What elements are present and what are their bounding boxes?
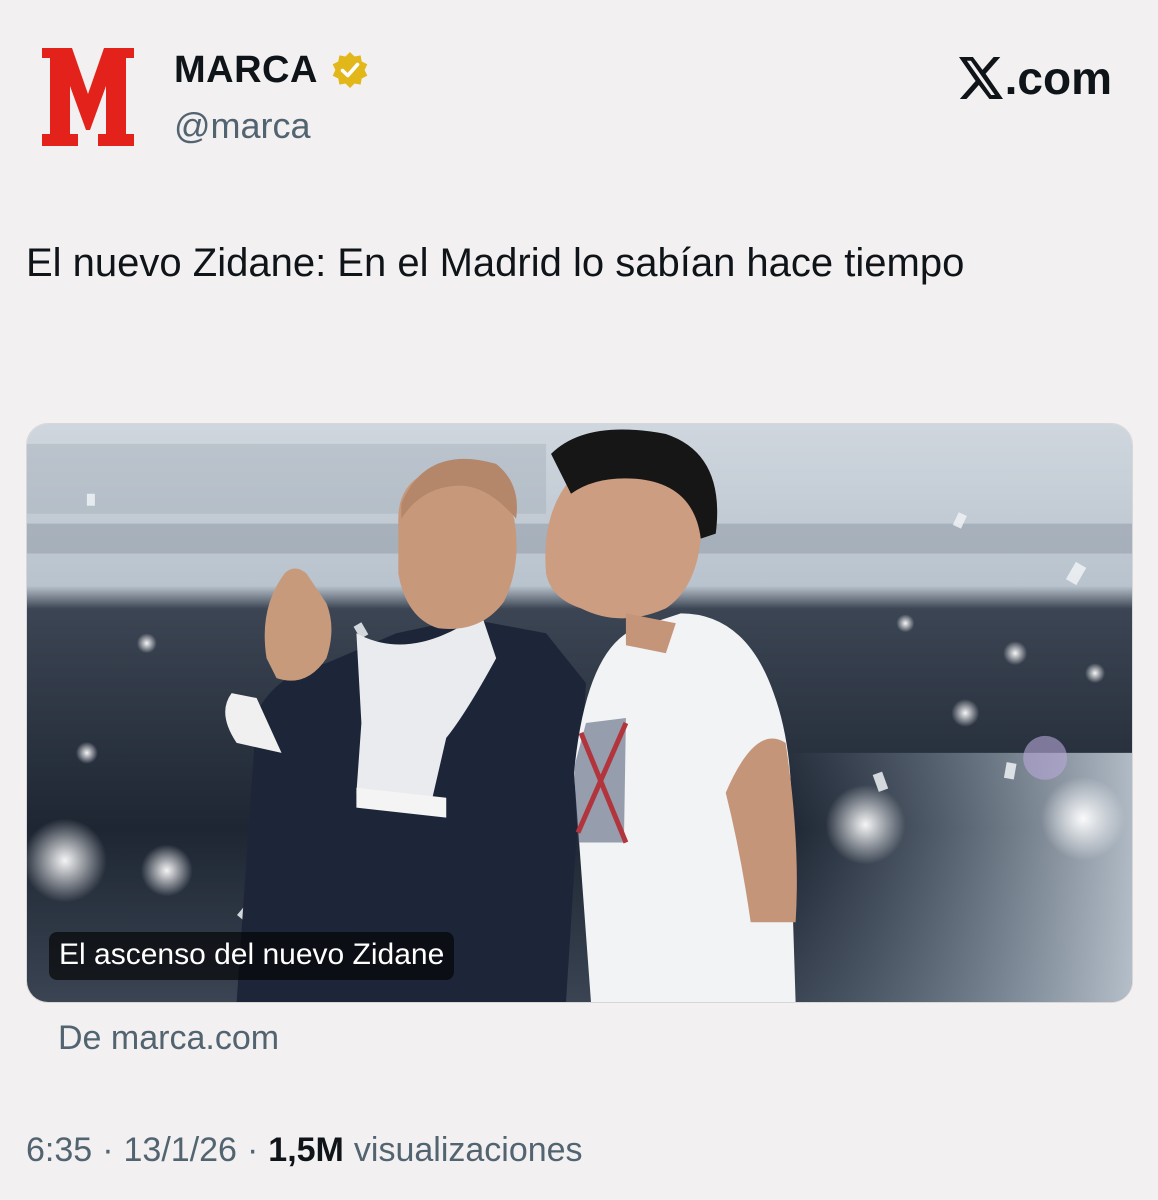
tweet-time[interactable]: 6:35 (26, 1128, 92, 1172)
card-title[interactable]: El ascenso del nuevo Zidane (49, 932, 455, 980)
link-preview-card[interactable]: El ascenso del nuevo Zidane (26, 423, 1133, 1003)
card-source-link[interactable]: De marca.com (58, 1016, 279, 1060)
author-handle[interactable]: @marca (174, 104, 311, 148)
article-photo (27, 424, 1132, 1002)
meta-separator: · (102, 1131, 114, 1169)
tweet-date[interactable]: 13/1/26 (124, 1128, 237, 1172)
x-logo-icon (958, 57, 1003, 99)
tweet-header: MARCA @marca .com (0, 0, 1158, 170)
marca-logo-icon[interactable] (42, 48, 134, 146)
verified-badge-icon[interactable] (330, 50, 370, 90)
tweet-meta: 6:35 · 13/1/26 · 1,5M visualizaciones (26, 1128, 583, 1172)
views-label: visualizaciones (353, 1131, 583, 1169)
views-count[interactable]: 1,5M (268, 1128, 344, 1172)
x-com-suffix: .com (1004, 52, 1112, 104)
author-display-name[interactable]: MARCA (174, 46, 318, 94)
meta-separator: · (246, 1131, 259, 1169)
author-name-row[interactable]: MARCA (174, 46, 370, 94)
x-com-brand[interactable]: .com (958, 50, 1112, 106)
tweet-text: El nuevo Zidane: En el Madrid lo sabían … (26, 241, 965, 285)
